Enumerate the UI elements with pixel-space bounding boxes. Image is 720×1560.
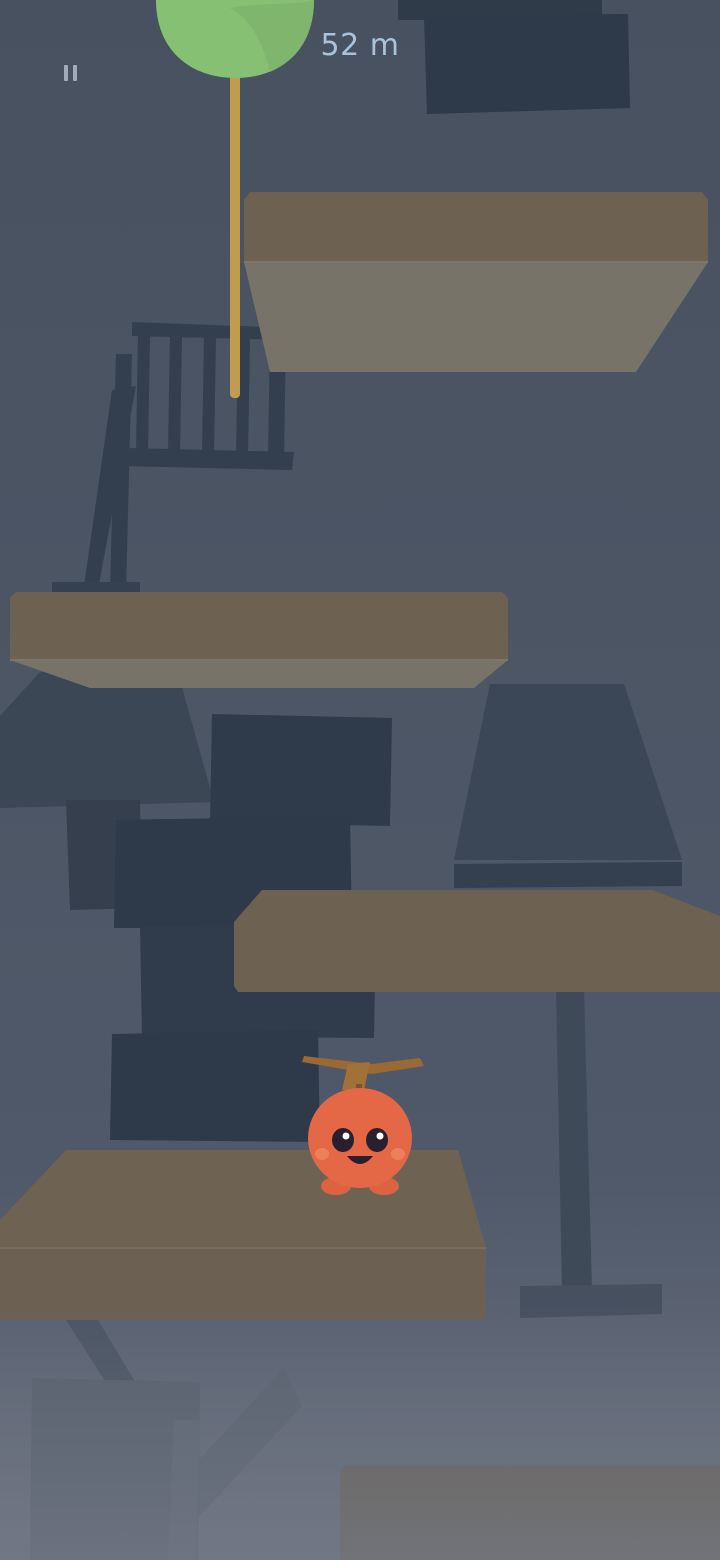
platform-middle-right: [234, 890, 720, 992]
balloon-stick: [230, 70, 240, 398]
character-cheek-right: [391, 1148, 405, 1160]
character-eye-left: [332, 1128, 354, 1152]
platform-top-right: [244, 192, 708, 372]
character-eye-right: [366, 1128, 388, 1152]
pause-icon: [64, 65, 78, 81]
pause-button[interactable]: [54, 56, 88, 90]
platform-middle-left: [10, 592, 508, 688]
platform-bottom-left: [0, 1150, 486, 1320]
game-screen[interactable]: 52 m: [0, 0, 720, 1560]
character-cheek-left: [315, 1148, 329, 1160]
silhouette-lamp-base-cap: [454, 862, 682, 888]
silhouette-stack-4: [110, 1030, 320, 1142]
game-scene: [0, 0, 720, 1560]
silhouette-box-top: [424, 14, 630, 114]
character-body: [308, 1088, 412, 1188]
height-readout: 52 m: [320, 28, 400, 63]
silhouette-stack-1: [210, 714, 392, 826]
bottom-fog: [0, 1300, 720, 1560]
